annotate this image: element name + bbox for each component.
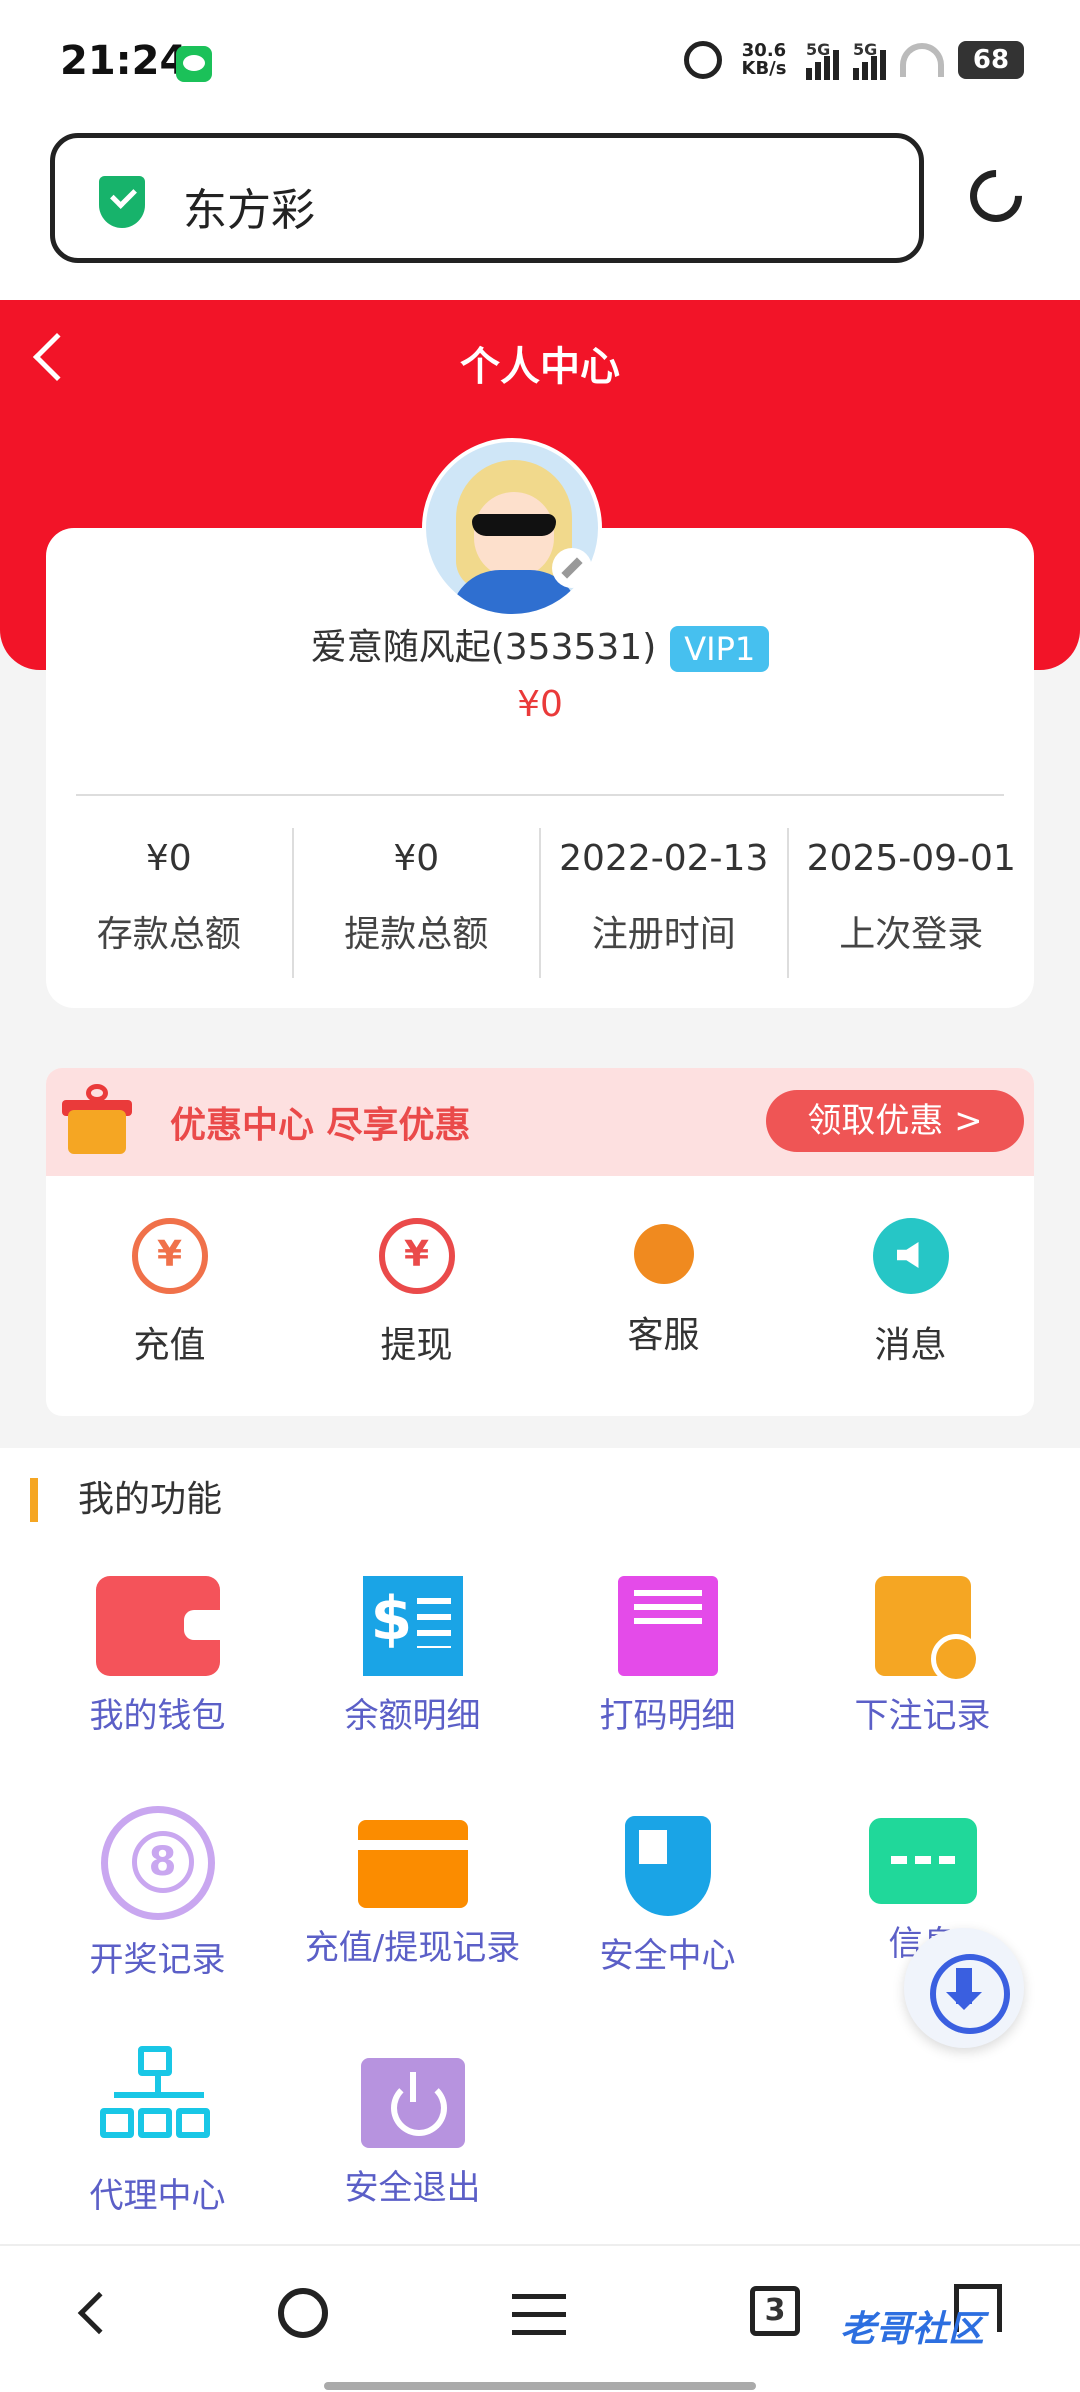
quick-recharge[interactable]: ¥ 充值	[46, 1176, 293, 1416]
browser-bottom-nav: 3 老哥社区	[0, 2244, 1080, 2392]
customer-service-icon	[633, 1224, 694, 1284]
section-title: 我的功能	[30, 1478, 222, 1522]
vip-badge: VIP1	[670, 626, 770, 672]
func-transaction-record[interactable]: 充值/提现记录	[285, 1806, 540, 2046]
card-icon	[357, 1820, 468, 1908]
withdraw-icon: ¥	[378, 1218, 455, 1294]
lottery-ball-icon	[100, 1806, 215, 1920]
stat-value: ¥0	[393, 838, 440, 879]
recharge-icon: ¥	[131, 1218, 208, 1294]
chat-icon	[868, 1818, 977, 1904]
nav-back-icon[interactable]	[77, 2291, 121, 2335]
func-label: 余额明细	[344, 1696, 481, 1736]
func-label: 我的钱包	[89, 1696, 226, 1736]
quick-label: 客服	[627, 1315, 700, 1356]
func-label: 打码明细	[599, 1696, 736, 1736]
func-balance-detail[interactable]: 余额明细	[285, 1566, 540, 1806]
stat-value: 2022-02-13	[559, 838, 769, 879]
message-icon	[872, 1218, 949, 1294]
nav-menu-icon[interactable]	[512, 2294, 566, 2336]
func-wallet[interactable]: 我的钱包	[30, 1566, 285, 1806]
page-title: 个人中心	[460, 344, 620, 390]
quick-label: 消息	[874, 1325, 947, 1366]
status-bar: 21:24 30.6 KB/s 5G 5G 68	[0, 0, 1080, 130]
gift-icon	[62, 1084, 132, 1156]
func-label: 开奖记录	[89, 1940, 226, 1980]
func-label: 安全中心	[599, 1936, 736, 1976]
promo-panel: 优惠中心 尽享优惠 领取优惠 > ¥ 充值 ¥ 提现 客服 消息	[46, 1068, 1034, 1416]
download-arrow-icon	[946, 1968, 982, 2010]
nav-tabs-button[interactable]: 3	[750, 2286, 800, 2336]
stat-withdraw-total: ¥0 提款总额	[294, 828, 541, 978]
shield-icon	[624, 1816, 711, 1916]
network-speed: 30.6 KB/s	[741, 40, 787, 79]
signal-label: 5G	[853, 40, 878, 59]
alarm-icon	[684, 41, 722, 79]
stat-label: 存款总额	[96, 914, 241, 955]
func-label: 充值/提现记录	[304, 1928, 521, 1968]
func-security[interactable]: 安全中心	[540, 1806, 795, 2046]
quick-label: 提现	[380, 1325, 453, 1366]
browser-toolbar: 东方彩	[0, 130, 1080, 300]
stat-label: 上次登录	[839, 914, 984, 955]
wifi-icon	[900, 43, 944, 77]
status-icons: 30.6 KB/s 5G 5G 68	[684, 40, 1024, 80]
stat-label: 提款总额	[344, 914, 489, 955]
watermark-logo: 老哥社区	[840, 2309, 985, 2350]
func-draw-record[interactable]: 开奖记录	[30, 1806, 285, 2046]
signal-icon: 5G	[853, 40, 886, 80]
avatar[interactable]	[422, 438, 602, 618]
signal-label: 5G	[806, 40, 831, 59]
stats-row: ¥0 存款总额 ¥0 提款总额 2022-02-13 注册时间 2025-09-…	[46, 828, 1034, 978]
bet-record-icon	[874, 1576, 981, 1684]
secure-shield-icon	[99, 176, 145, 228]
address-bar[interactable]: 东方彩	[50, 133, 924, 263]
func-label: 代理中心	[89, 2176, 226, 2216]
signal-icon: 5G	[806, 40, 839, 80]
promo-banner: 优惠中心 尽享优惠 领取优惠 >	[46, 1068, 1034, 1176]
battery-icon: 68	[958, 41, 1024, 79]
stat-value: 2025-09-01	[806, 838, 1016, 879]
functions-grid: 我的钱包 余额明细 打码明细 下注记录 开奖记录 充值/提现记录	[0, 1566, 1080, 2286]
func-wager-detail[interactable]: 打码明细	[540, 1566, 795, 1806]
quick-withdraw[interactable]: ¥ 提现	[293, 1176, 540, 1416]
quick-label: 充值	[133, 1325, 206, 1366]
func-label: 安全退出	[344, 2168, 481, 2208]
wallet-icon	[95, 1576, 224, 1676]
reload-icon[interactable]	[959, 159, 1033, 233]
stat-label: 注册时间	[591, 914, 736, 955]
nav-search-icon[interactable]	[278, 2288, 328, 2338]
stat-register-time: 2022-02-13 注册时间	[541, 828, 789, 978]
floating-download-button[interactable]	[904, 1928, 1024, 2048]
address-text: 东方彩	[183, 185, 315, 236]
receipt-icon	[362, 1576, 463, 1676]
username-row: 爱意随风起(353531) VIP1	[46, 618, 1034, 672]
stat-last-login: 2025-09-01 上次登录	[789, 828, 1035, 978]
func-bet-record[interactable]: 下注记录	[795, 1566, 1050, 1806]
func-label: 下注记录	[854, 1696, 991, 1736]
claim-promo-button[interactable]: 领取优惠 >	[766, 1090, 1024, 1152]
stat-value: ¥0	[145, 838, 192, 879]
status-time: 21:24	[60, 38, 188, 84]
functions-section: 我的功能 我的钱包 余额明细 打码明细 下注记录 开奖记录	[0, 1448, 1080, 2244]
edit-avatar-icon[interactable]	[552, 548, 592, 588]
power-icon	[360, 2058, 465, 2148]
quick-message[interactable]: 消息	[787, 1176, 1034, 1416]
stat-deposit-total: ¥0 存款总额	[46, 828, 294, 978]
home-indicator	[324, 2382, 756, 2390]
divider	[76, 794, 1004, 796]
quick-actions: ¥ 充值 ¥ 提现 客服 消息	[46, 1176, 1034, 1416]
username: 爱意随风起(353531)	[310, 627, 657, 668]
print-icon	[617, 1576, 718, 1676]
org-chart-icon	[99, 2046, 216, 2156]
promo-text: 优惠中心 尽享优惠	[170, 1105, 471, 1146]
quick-service[interactable]: 客服	[540, 1176, 787, 1416]
wechat-icon	[176, 46, 212, 82]
balance: ¥0	[517, 684, 563, 725]
